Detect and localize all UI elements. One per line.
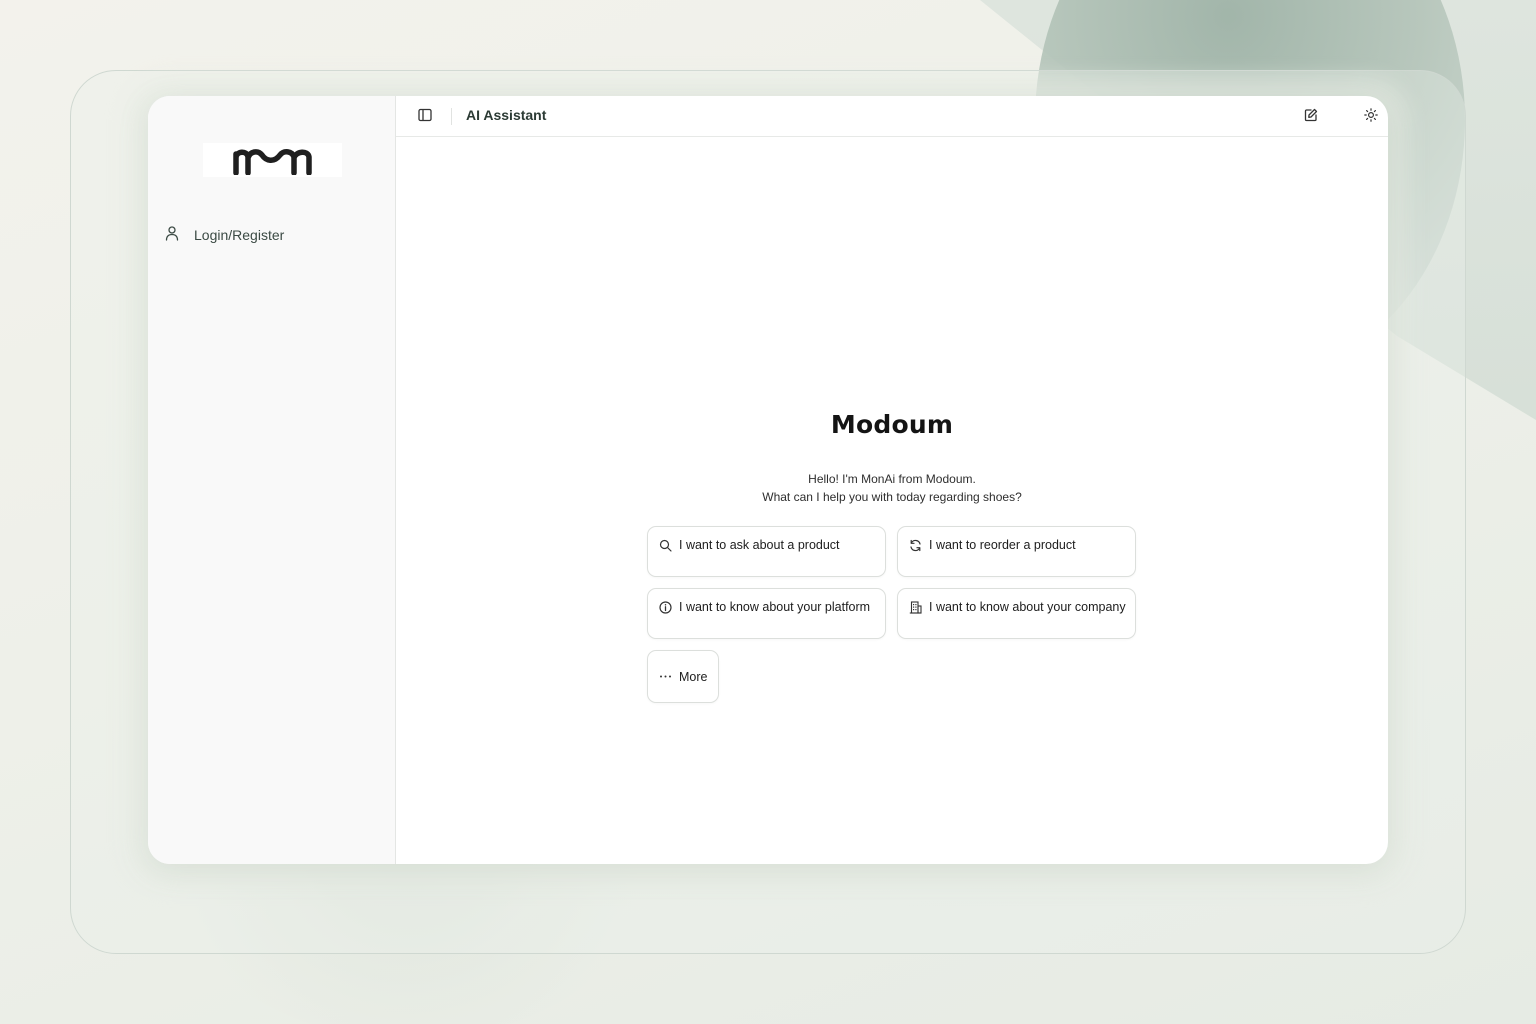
page-title: AI Assistant [466,107,547,123]
edit-icon [1304,107,1318,126]
greeting-line-1: Hello! I'm MonAi from Modoum. [808,472,976,486]
suggestion-reorder-product-button[interactable]: I want to reorder a product [897,526,1136,577]
chat-area: AI Assistant Modoum Hello! I'm MonAi fro… [396,96,1388,864]
more-suggestions-button[interactable]: More [647,650,719,703]
sidebar-toggle-button[interactable] [414,105,436,127]
more-icon [658,669,672,685]
sun-icon [1364,107,1378,126]
suggestion-about-platform-button[interactable]: I want to know about your platform [647,588,886,639]
sidebar-item-label: Login/Register [194,227,285,243]
brand-logo-mark [232,149,312,175]
sidebar: Login/Register [148,96,396,864]
page-background: Login/Register AI Assistant Modoum Hello… [0,0,1536,1024]
user-icon [164,225,180,245]
info-icon [658,599,672,615]
search-icon [658,537,672,553]
brand-title: Modoum [830,410,954,439]
suggestion-label: I want to know about your platform [679,600,871,614]
top-bar: AI Assistant [396,96,1388,137]
suggestion-label: I want to reorder a product [929,538,1076,552]
sidebar-toggle-icon [418,107,432,126]
suggestion-label: I want to know about your company [929,600,1126,614]
header-divider [451,108,452,125]
app-window: Login/Register AI Assistant Modoum Hello… [148,96,1388,864]
suggestion-about-company-button[interactable]: I want to know about your company [897,588,1136,639]
sidebar-item-login-register[interactable]: Login/Register [160,222,288,248]
building-icon [908,599,922,615]
suggestion-label: I want to ask about a product [679,538,840,552]
suggestion-label: More [679,669,708,684]
brand-logo[interactable] [203,143,342,177]
greeting-line-2: What can I help you with today regarding… [762,489,1022,504]
theme-toggle-button[interactable] [1360,105,1382,127]
new-chat-button[interactable] [1300,105,1322,127]
suggestion-ask-product-button[interactable]: I want to ask about a product [647,526,886,577]
refresh-icon [908,537,922,553]
greeting-message: Hello! I'm MonAi from Modoum. What can I… [396,471,1388,506]
